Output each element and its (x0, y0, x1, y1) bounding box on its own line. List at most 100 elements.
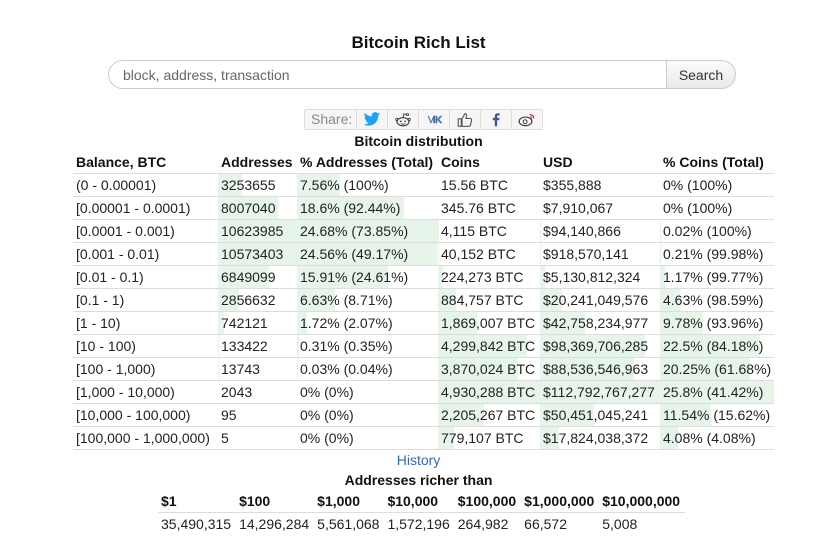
table-row: (0 - 0.00001) 3253655 7.56% (100%) 15.56 BT… (73, 173, 775, 197)
cell-text: 4.08% (4.08%) (663, 430, 756, 446)
cell-text: 0% (100%) (663, 200, 733, 216)
cell-pct-coins: 4.63% (98.59%) (660, 288, 775, 312)
cell-coins: 345.76 BTC (438, 196, 540, 220)
cell-text: 8007040 (221, 200, 276, 216)
page-title: Bitcoin Rich List (351, 33, 486, 52)
share-weibo-button[interactable] (512, 110, 542, 129)
twitter-icon (363, 112, 381, 126)
cell-text: [10,000 - 100,000) (76, 407, 191, 423)
cell-text: 6.63% (8.71%) (300, 292, 393, 308)
share-bar-fill (540, 243, 541, 265)
cell-text: [0.001 - 0.01) (76, 246, 160, 262)
cell-text: 18.6% (92.44%) (300, 200, 401, 216)
richer-value: 5,561,068 (317, 516, 380, 532)
cell-text: [0.00001 - 0.0001) (76, 200, 191, 216)
share-facebook-button[interactable] (481, 110, 513, 129)
cell-pct-coins: 0% (100%) (660, 196, 775, 220)
share-bar-fill (218, 335, 219, 357)
share-twitter-button[interactable] (357, 110, 389, 129)
table-row: [0.001 - 0.01) 10573403 24.56% (49.17%) 40,… (73, 242, 775, 266)
cell-text: 15.56 BTC (441, 177, 508, 193)
cell-pct-addresses: 0.31% (0.35%) (297, 334, 438, 358)
cell-text: 0.21% (99.98%) (663, 246, 764, 262)
cell-text: [0.01 - 0.1) (76, 269, 144, 285)
weibo-icon (518, 114, 535, 127)
cell-usd: $5,130,812,324 (540, 265, 660, 289)
cell-text: $50,451,045,241 (543, 407, 649, 423)
cell-text: 95 (221, 407, 237, 423)
share-vk-button[interactable] (419, 110, 451, 129)
cell-usd: $17,824,038,372 (540, 426, 660, 450)
cell-usd: $88,536,546,963 (540, 357, 660, 381)
cell-coins: 4,930,288 BTC (438, 380, 540, 404)
cell-pct-addresses: 18.6% (92.44%) (297, 196, 438, 220)
cell-balance: [10,000 - 100,000) (73, 403, 218, 427)
cell-usd: $355,888 (540, 173, 660, 197)
cell-text: $17,824,038,372 (543, 430, 649, 446)
richer-header: $1,000,000 (521, 490, 600, 513)
cell-text: 2856632 (221, 292, 276, 308)
cell-text: $98,369,706,285 (543, 338, 649, 354)
richer-value: 5,008 (602, 516, 638, 532)
cell-text: 9.78% (93.96%) (663, 315, 764, 331)
cell-balance: [0.1 - 1) (73, 288, 218, 312)
cell-balance: [0.0001 - 0.001) (73, 219, 218, 243)
cell-text: 224,273 BTC (441, 269, 524, 285)
cell-text: [1,000 - 10,000) (76, 384, 175, 400)
cell-text: 25.8% (41.42%) (663, 384, 764, 400)
cell-text: $5,130,812,324 (543, 269, 641, 285)
cell-text: 10573403 (221, 246, 284, 262)
cell-text: 742121 (221, 315, 268, 331)
richer-values-row: 35,490,315 14,296,284 5,561,068 1,572,196 26… (158, 513, 685, 536)
distribution-header-row: Balance, BTC Addresses % Addresses (Tota… (73, 151, 775, 174)
share-reddit-button[interactable] (388, 110, 420, 129)
cell-text: [1 - 10) (76, 315, 121, 331)
vk-icon (426, 115, 443, 124)
cell-text: $94,140,866 (543, 223, 621, 239)
cell-pct-addresses: 7.56% (100%) (297, 173, 438, 197)
richer-value: 1,572,196 (387, 516, 450, 532)
cell-pct-coins: 9.78% (93.96%) (660, 311, 775, 335)
cell-coins: 1,869,007 BTC (438, 311, 540, 335)
cell-usd: $20,241,049,576 (540, 288, 660, 312)
distribution-caption: Bitcoin distribution (354, 133, 483, 149)
history-link[interactable]: History (0, 452, 837, 468)
cell-addresses: 2043 (218, 380, 297, 404)
cell-text: 24.56% (49.17%) (300, 246, 409, 262)
cell-text: 0% (0%) (300, 407, 354, 423)
share-bar-fill (438, 243, 439, 265)
cell-addresses: 6849099 (218, 265, 297, 289)
search-input[interactable] (108, 60, 666, 89)
search-button[interactable]: Search (666, 60, 736, 89)
cell-pct-addresses: 0.03% (0.04%) (297, 357, 438, 381)
cell-coins: 4,299,842 BTC (438, 334, 540, 358)
cell-text: $112,792,767,277 (543, 384, 655, 400)
cell-text: 0% (0%) (300, 430, 354, 446)
cell-text: 2043 (221, 384, 253, 400)
cell-pct-addresses: 0% (0%) (297, 403, 438, 427)
cell-addresses: 10623985 (218, 219, 297, 243)
cell-pct-coins: 0% (100%) (660, 173, 775, 197)
cell-text: 0.03% (0.04%) (300, 361, 393, 377)
richer-value: 14,296,284 (239, 516, 310, 532)
reddit-icon (395, 113, 412, 127)
cell-coins: 4,115 BTC (438, 219, 540, 243)
richer-value: 66,572 (524, 516, 567, 532)
cell-text: 13743 (221, 361, 260, 377)
cell-text: 20.25% (61.68%) (663, 361, 772, 377)
search-bar: Search (108, 60, 736, 89)
share-like-button[interactable] (450, 110, 482, 129)
cell-addresses: 10573403 (218, 242, 297, 266)
cell-addresses: 95 (218, 403, 297, 427)
cell-pct-coins: 20.25% (61.68%) (660, 357, 775, 381)
share-bar-fill (297, 335, 299, 357)
cell-usd: $50,451,045,241 (540, 403, 660, 427)
richer-header: $100 (236, 490, 315, 513)
cell-pct-coins: 4.08% (4.08%) (660, 426, 775, 450)
cell-text: 0% (0%) (300, 384, 354, 400)
cell-text: $88,536,546,963 (543, 361, 649, 377)
richer-header: $100,000 (454, 490, 522, 513)
cell-text: 0% (100%) (663, 177, 733, 193)
cell-text: 4.63% (98.59%) (663, 292, 764, 308)
cell-text: 3,870,024 BTC (441, 361, 536, 377)
